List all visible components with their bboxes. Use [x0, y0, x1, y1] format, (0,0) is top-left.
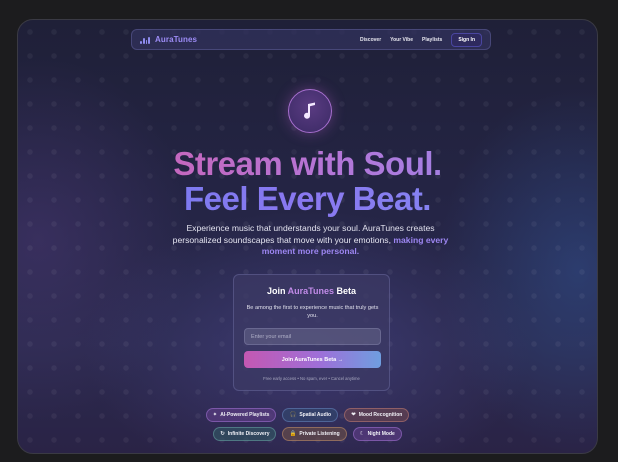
- feature-chip-night-mode[interactable]: ☾ Night Mode: [352, 427, 402, 441]
- signup-description: Be among the first to experience music t…: [246, 305, 379, 319]
- heart-icon: ❤: [351, 412, 356, 418]
- signup-title: Join AuraTunes Beta: [234, 286, 389, 296]
- feature-chip-label: AI-Powered Playlists: [220, 412, 270, 418]
- feature-chip-label: Infinite Discovery: [227, 431, 270, 437]
- feature-chip-label: Spatial Audio: [299, 412, 332, 418]
- headphones-icon: 🎧: [289, 412, 297, 418]
- hero-headline-line1: Stream with Soul.: [18, 145, 597, 183]
- signup-title-brand: AuraTunes: [287, 286, 334, 296]
- soundwave-icon: [140, 36, 150, 44]
- music-note-icon: [288, 89, 332, 133]
- feature-chip-spatial-audio[interactable]: 🎧 Spatial Audio: [282, 408, 339, 422]
- brand-logo[interactable]: AuraTunes: [155, 35, 197, 44]
- sign-in-button[interactable]: Sign In: [451, 32, 482, 47]
- signup-title-join: Join: [266, 286, 286, 296]
- signup-title-beta: Beta: [336, 286, 357, 296]
- refresh-icon: ↻: [220, 431, 225, 437]
- lock-icon: 🔒: [289, 431, 297, 437]
- feature-chip-label: Mood Recognition: [358, 412, 403, 418]
- email-input[interactable]: [244, 328, 381, 345]
- signup-fineprint: Free early access • No spam, ever • Canc…: [263, 376, 360, 381]
- sparkle-icon: ✦: [212, 412, 218, 418]
- feature-chip-infinite-discovery[interactable]: ↻ Infinite Discovery: [213, 427, 277, 441]
- top-navbar: AuraTunes Discover Your Vibe Playlists S…: [131, 29, 491, 50]
- nav-link-playlists[interactable]: Playlists: [422, 37, 442, 43]
- feature-chips-row2: ↻ Infinite Discovery 🔒 Private Listening ☾…: [18, 427, 597, 441]
- feature-chip-private-listening[interactable]: 🔒 Private Listening: [282, 427, 347, 441]
- feature-chip-ai-playlists[interactable]: ✦ AI-Powered Playlists: [205, 408, 277, 422]
- nav-links: Discover Your Vibe Playlists Sign In: [360, 32, 482, 47]
- feature-chip-label: Private Listening: [299, 431, 340, 437]
- feature-chip-mood-recognition[interactable]: ❤ Mood Recognition: [344, 408, 410, 422]
- feature-chips-row1: ✦ AI-Powered Playlists 🎧 Spatial Audio ❤ Mo…: [18, 408, 597, 422]
- nav-link-your-vibe[interactable]: Your Vibe: [390, 37, 413, 43]
- app-window: AuraTunes Discover Your Vibe Playlists S…: [17, 19, 598, 454]
- join-beta-button[interactable]: Join AuraTunes Beta →: [244, 351, 381, 368]
- feature-chip-label: Night Mode: [367, 431, 395, 437]
- nav-link-discover[interactable]: Discover: [360, 37, 381, 43]
- hero-headline-line2: Feel Every Beat.: [18, 180, 597, 218]
- moon-icon: ☾: [359, 431, 365, 437]
- beta-signup-card: Join AuraTunes Beta Be among the first t…: [233, 274, 390, 391]
- hero-subtitle: Experience music that understands your s…: [168, 223, 453, 258]
